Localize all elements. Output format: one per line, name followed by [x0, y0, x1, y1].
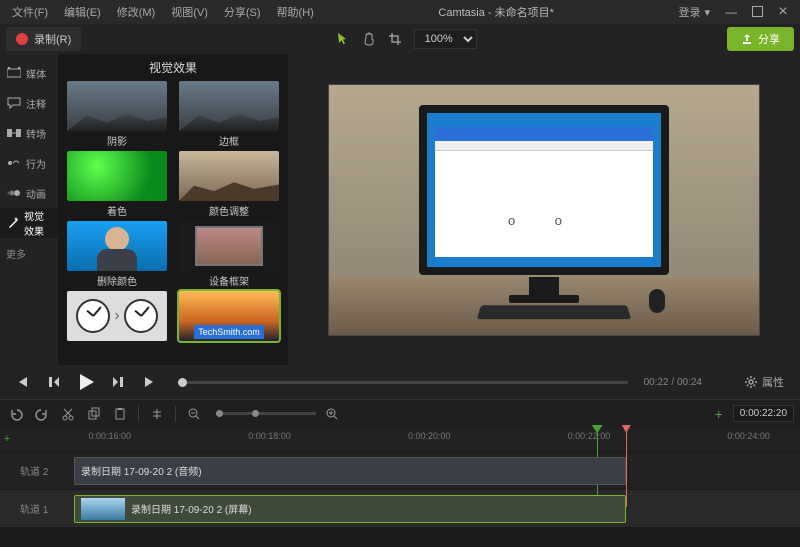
menu-modify[interactable]: 修改(M) — [109, 4, 164, 20]
effect-drop-shadow[interactable]: 阴影 — [66, 81, 168, 147]
redo-button[interactable] — [32, 404, 52, 424]
effect-colorize[interactable]: 着色 — [66, 151, 168, 217]
track-1[interactable]: 轨道 1 录制日期 17-09-20 2 (屏幕) — [0, 489, 800, 527]
window-minimize-button[interactable] — [718, 5, 744, 19]
zoom-select[interactable]: 100% — [414, 29, 477, 49]
record-button[interactable]: 录制(R) — [6, 27, 81, 51]
effect-color-adjustment[interactable]: 颜色调整 — [178, 151, 280, 217]
effect-device-frame[interactable]: 设备框架 — [178, 221, 280, 287]
preview-canvas[interactable]: o o — [329, 85, 759, 335]
menu-help[interactable]: 帮助(H) — [269, 4, 322, 20]
effect-techsmith[interactable]: TechSmith.com — [178, 291, 280, 357]
zoom-out-button[interactable] — [184, 404, 204, 424]
clip-screen[interactable]: 录制日期 17-09-20 2 (屏幕) — [74, 495, 626, 523]
window-title: Camtasia - 未命名项目* — [322, 4, 671, 20]
effect-remove-color[interactable]: 删除颜色 — [66, 221, 168, 287]
transition-icon — [6, 125, 22, 141]
track-2[interactable]: 轨道 2 录制日期 17-09-20 2 (音频) — [0, 451, 800, 489]
account-login[interactable]: 登录▾ — [670, 4, 718, 20]
timeline-toolbar: + 0:00:22:20 — [0, 399, 800, 427]
hand-tool-icon[interactable] — [358, 28, 380, 50]
chevron-down-icon: ▾ — [704, 6, 710, 19]
clip-thumbnail — [81, 498, 125, 520]
window-close-button[interactable] — [770, 3, 796, 21]
track-2-label: 轨道 2 — [14, 463, 74, 478]
wand-icon — [6, 215, 20, 231]
sidebar-item-behaviors[interactable]: 行为 — [0, 148, 58, 178]
media-icon — [6, 65, 22, 81]
effect-clock-speed[interactable]: › — [66, 291, 168, 357]
paste-button[interactable] — [110, 404, 130, 424]
menu-file[interactable]: 文件(F) — [4, 4, 56, 20]
menu-edit[interactable]: 编辑(E) — [56, 4, 109, 20]
track-1-label: 轨道 1 — [14, 501, 74, 516]
timeline: + 0:00:16:00 0:00:18:00 0:00:20:00 0:00:… — [0, 427, 800, 527]
zoom-in-button[interactable] — [322, 404, 342, 424]
preview-monitor: o o — [419, 105, 669, 275]
next-frame-button[interactable] — [138, 370, 162, 394]
main-toolbar: 录制(R) 100% 分享 — [0, 24, 800, 54]
sidebar-more[interactable]: 更多 — [0, 240, 58, 267]
copy-button[interactable] — [84, 404, 104, 424]
sidebar-item-animations[interactable]: 动画 — [0, 178, 58, 208]
upload-icon — [741, 33, 753, 45]
gear-icon — [744, 375, 758, 389]
menu-view[interactable]: 视图(V) — [163, 4, 216, 20]
step-back-button[interactable] — [42, 370, 66, 394]
timeline-zoom-slider[interactable] — [216, 412, 316, 415]
loading-indicator-icon: o o — [508, 213, 580, 228]
timeline-duration: 0:00:22:20 — [733, 405, 794, 422]
sidebar-item-transitions[interactable]: 转场 — [0, 118, 58, 148]
time-display: 00:22 / 00:24 — [644, 377, 702, 388]
properties-button[interactable]: 属性 — [738, 374, 790, 390]
crop-tool-icon[interactable] — [384, 28, 406, 50]
animation-icon — [6, 185, 22, 201]
seek-bar[interactable] — [178, 381, 628, 384]
window-maximize-button[interactable] — [744, 4, 770, 20]
prev-frame-button[interactable] — [10, 370, 34, 394]
effects-panel-title: 视觉效果 — [58, 54, 288, 81]
cut-button[interactable] — [58, 404, 78, 424]
clip-audio[interactable]: 录制日期 17-09-20 2 (音频) — [74, 457, 626, 485]
sidebar-item-media[interactable]: 媒体 — [0, 58, 58, 88]
play-button[interactable] — [74, 370, 98, 394]
undo-button[interactable] — [6, 404, 26, 424]
step-forward-button[interactable] — [106, 370, 130, 394]
add-marker-button[interactable]: + — [711, 406, 727, 422]
playback-controls: 00:22 / 00:24 属性 — [0, 365, 800, 399]
sidebar-rail: 媒体 注释 转场 行为 动画 视觉效果 更多 — [0, 54, 58, 365]
effects-panel: 视觉效果 阴影 边框 着色 颜色调整 删除颜色 设备框架 › TechSmith… — [58, 54, 288, 365]
add-track-button[interactable]: + — [0, 433, 14, 445]
annotation-icon — [6, 95, 22, 111]
preview-panel: o o — [288, 54, 800, 365]
sidebar-item-visual-effects[interactable]: 视觉效果 — [0, 208, 58, 238]
pointer-tool-icon[interactable] — [332, 28, 354, 50]
split-button[interactable] — [147, 404, 167, 424]
behavior-icon — [6, 155, 22, 171]
sidebar-item-annotations[interactable]: 注释 — [0, 88, 58, 118]
menu-share[interactable]: 分享(S) — [216, 4, 269, 20]
share-button[interactable]: 分享 — [727, 27, 794, 51]
title-bar: 文件(F) 编辑(E) 修改(M) 视图(V) 分享(S) 帮助(H) Camt… — [0, 0, 800, 24]
record-icon — [16, 33, 28, 45]
time-ruler[interactable]: 0:00:16:00 0:00:18:00 0:00:20:00 0:00:22… — [74, 427, 800, 451]
effect-border[interactable]: 边框 — [178, 81, 280, 147]
